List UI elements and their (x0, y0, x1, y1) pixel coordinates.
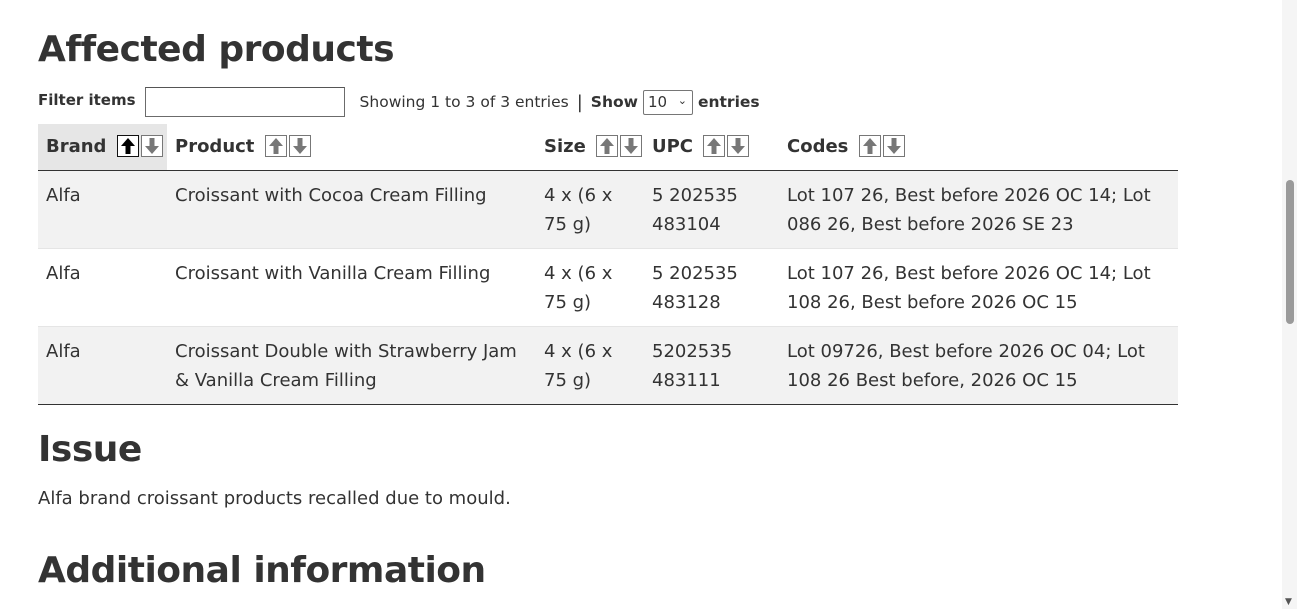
column-header-label: Product (175, 136, 255, 157)
table-header-row: Brand Product Size UPC Codes (38, 124, 1178, 171)
arrow-up-icon[interactable] (703, 135, 726, 157)
cell-product: Croissant with Cocoa Cream Filling (167, 170, 536, 249)
issue-text: Alfa brand croissant products recalled d… (38, 488, 511, 509)
column-header-codes[interactable]: Codes (779, 124, 1178, 171)
arrow-up-icon[interactable] (596, 135, 619, 157)
arrow-up-icon[interactable] (858, 135, 881, 157)
arrow-down-icon[interactable] (727, 135, 750, 157)
sort-controls (596, 135, 643, 157)
arrow-down-icon[interactable] (620, 135, 643, 157)
table-row: Alfa Croissant with Cocoa Cream Filling … (38, 170, 1178, 249)
table-controls: Filter items Showing 1 to 3 of 3 entries… (38, 85, 760, 119)
entries-select-value: 10 (647, 93, 668, 111)
entries-label: entries (697, 93, 760, 111)
affected-products-table: Brand Product Size UPC Codes Alfa Croiss… (38, 124, 1178, 405)
sort-controls (703, 135, 750, 157)
arrow-up-icon[interactable] (116, 135, 139, 157)
scroll-down-arrow-icon[interactable]: ▼ (1285, 597, 1292, 607)
cell-upc: 5 202535 483104 (644, 170, 779, 249)
column-header-label: Codes (787, 136, 849, 157)
sort-controls (858, 135, 905, 157)
cell-brand: Alfa (38, 248, 167, 327)
cell-codes: Lot 107 26, Best before 2026 OC 14; Lot … (779, 170, 1178, 249)
cell-size: 4 x (6 x 75 g) (536, 326, 644, 405)
column-header-upc[interactable]: UPC (644, 124, 779, 171)
filter-label: Filter items (38, 91, 136, 109)
page-scrollbar[interactable]: ▼ (1282, 0, 1297, 609)
cell-size: 4 x (6 x 75 g) (536, 248, 644, 327)
sort-controls (264, 135, 311, 157)
arrow-up-icon[interactable] (264, 135, 287, 157)
arrow-down-icon[interactable] (140, 135, 163, 157)
table-row: Alfa Croissant Double with Strawberry Ja… (38, 326, 1178, 405)
cell-product: Croissant with Vanilla Cream Filling (167, 248, 536, 327)
arrow-down-icon[interactable] (882, 135, 905, 157)
cell-codes: Lot 107 26, Best before 2026 OC 14; Lot … (779, 248, 1178, 327)
additional-information-heading: Additional information (38, 550, 486, 591)
column-header-brand[interactable]: Brand (38, 124, 167, 171)
entries-info: Showing 1 to 3 of 3 entries (359, 93, 569, 111)
cell-brand: Alfa (38, 326, 167, 405)
separator: | (576, 91, 583, 113)
filter-input[interactable] (144, 87, 345, 117)
column-header-label: UPC (652, 136, 694, 157)
entries-select[interactable]: 10 ⌄ (642, 89, 693, 115)
column-header-label: Brand (46, 136, 107, 157)
cell-upc: 5202535 483111 (644, 326, 779, 405)
column-header-size[interactable]: Size (536, 124, 644, 171)
chevron-down-icon: ⌄ (677, 93, 687, 107)
cell-brand: Alfa (38, 170, 167, 249)
affected-products-heading: Affected products (38, 29, 395, 70)
issue-heading: Issue (38, 429, 142, 470)
show-label: Show (590, 93, 638, 111)
cell-upc: 5 202535 483128 (644, 248, 779, 327)
scrollbar-thumb[interactable] (1286, 180, 1294, 324)
column-header-product[interactable]: Product (167, 124, 536, 171)
cell-size: 4 x (6 x 75 g) (536, 170, 644, 249)
cell-codes: Lot 09726, Best before 2026 OC 04; Lot 1… (779, 326, 1178, 405)
column-header-label: Size (544, 136, 586, 157)
arrow-down-icon[interactable] (288, 135, 311, 157)
cell-product: Croissant Double with Strawberry Jam & V… (167, 326, 536, 405)
table-row: Alfa Croissant with Vanilla Cream Fillin… (38, 248, 1178, 327)
sort-controls (116, 135, 163, 157)
